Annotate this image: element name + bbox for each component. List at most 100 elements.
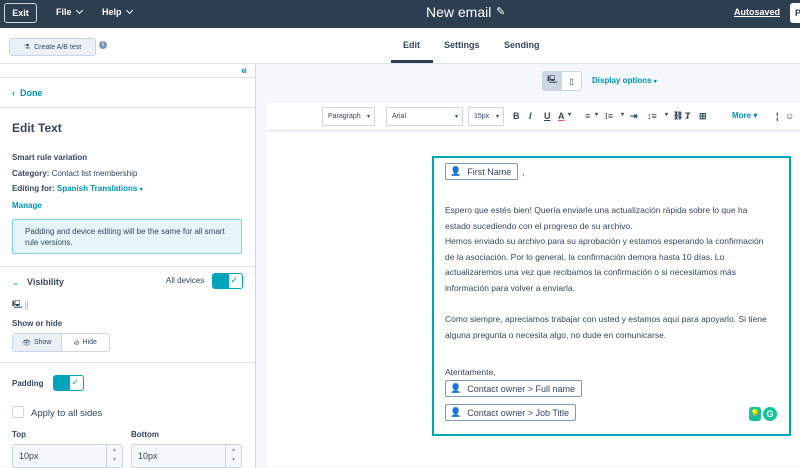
font-size-select[interactable]: 15px ▾ xyxy=(468,107,504,126)
text-color-icon[interactable]: A xyxy=(558,111,565,121)
divider xyxy=(0,77,256,78)
category-row: Category: Contact list membership xyxy=(12,169,137,178)
desktop-icon[interactable]: 🖳 xyxy=(543,72,562,90)
help-menu[interactable]: Help xyxy=(102,6,133,17)
create-ab-test-button[interactable]: ⚗ Create A/B test xyxy=(9,38,96,56)
caret-down-icon: ▾ xyxy=(454,114,458,120)
link-icon[interactable]: ⛓ xyxy=(673,111,683,120)
italic-icon[interactable]: I xyxy=(529,111,532,121)
token-owner-name-label: Contact owner > Full name xyxy=(467,383,576,394)
pencil-icon[interactable]: ✎ xyxy=(496,5,505,18)
device-preview-toggle: 🖳 ▯ xyxy=(542,71,582,91)
tab-sending[interactable]: Sending xyxy=(504,40,540,50)
preview-area: 🖳 ▯ Display options ▾ Paragraph ▾ Arial ▾ … xyxy=(257,64,800,467)
mobile-icon: ▯ xyxy=(22,300,31,309)
emoji-icon[interactable]: ☺ xyxy=(785,111,794,121)
personalize-icon[interactable]: ⊞ xyxy=(699,111,707,122)
editor-subbar: ⚗ Create A/B test i Edit Settings Sendin… xyxy=(0,28,800,64)
align-icon[interactable]: ≡ xyxy=(585,111,590,121)
email-title[interactable]: New email xyxy=(426,4,491,20)
personalization-token[interactable]: 👤 First Name xyxy=(445,163,519,180)
bold-icon[interactable]: B xyxy=(513,111,520,121)
top-label: Top xyxy=(12,430,27,439)
file-menu[interactable]: File xyxy=(56,6,83,17)
tab-edit[interactable]: Edit xyxy=(403,40,420,50)
email-canvas: 👤 First Name , Espero que estés bien! Qu… xyxy=(267,132,800,467)
caret-down-icon: ▾ xyxy=(595,112,599,118)
file-menu-label: File xyxy=(56,7,72,17)
exit-button[interactable]: Exit xyxy=(4,3,37,23)
caret-down-icon: ▾ xyxy=(139,187,143,193)
autosaved-status[interactable]: Autosaved xyxy=(734,7,780,17)
all-devices-toggle[interactable]: ✓ xyxy=(212,273,243,289)
lightbulb-icon[interactable]: 💡 xyxy=(749,407,761,421)
visibility-toggle-row[interactable]: ⌄ Visibility xyxy=(12,277,64,288)
visibility-label: Visibility xyxy=(27,277,64,287)
chevron-left-icon: ‹ xyxy=(12,88,20,98)
hide-option[interactable]: ⊘ Hide xyxy=(62,334,110,351)
manage-link[interactable]: Manage xyxy=(12,201,42,210)
line-height-icon[interactable]: ↕≡ xyxy=(647,111,657,121)
user-icon: 👤 xyxy=(450,166,462,176)
done-label: Done xyxy=(20,88,43,98)
flask-icon: ⚗ xyxy=(23,44,31,51)
stepper-icon[interactable]: ▲ ▼ xyxy=(106,445,122,467)
caret-down-icon: ▾ xyxy=(568,112,572,118)
show-label: Show xyxy=(33,339,52,346)
mobile-icon[interactable]: ▯ xyxy=(562,72,581,90)
rich-text-module[interactable]: 👤 First Name , Espero que estés bien! Qu… xyxy=(432,156,791,436)
caret-down-icon: ▾ xyxy=(665,112,669,118)
indent-icon[interactable]: ⇥ xyxy=(630,111,638,122)
panel-heading: Edit Text xyxy=(12,121,62,135)
signoff-text: Atentamente, xyxy=(445,367,496,377)
paragraph-3: Como siempre, apreciamos trabajar con us… xyxy=(445,314,767,340)
font-size-value: 15px xyxy=(474,113,490,120)
collapse-sidebar-icon[interactable]: « xyxy=(241,65,247,77)
divider xyxy=(0,266,256,267)
eye-slash-icon: ⊘ xyxy=(73,339,80,347)
token-first-name-label: First Name xyxy=(467,166,512,177)
active-tab-indicator xyxy=(391,60,433,63)
paragraph-1: Espero que estés bien! Quería enviarle u… xyxy=(445,205,748,231)
tab-settings[interactable]: Settings xyxy=(444,40,480,50)
padding-top-input[interactable]: 10px ▲ ▼ xyxy=(12,444,123,468)
editing-for-label: Editing for: xyxy=(12,184,55,193)
sidebar: « ‹ Done Edit Text Smart rule variation … xyxy=(0,64,256,468)
apply-all-sides-checkbox[interactable] xyxy=(12,406,24,418)
create-ab-test-label: Create A/B test xyxy=(34,43,82,51)
display-options-dropdown[interactable]: Display options ▾ xyxy=(592,76,657,85)
more-menu[interactable]: More ▾ xyxy=(732,111,757,120)
apply-all-sides-label: Apply to all sides xyxy=(31,408,103,419)
editing-for-dropdown[interactable]: Spanish Translations xyxy=(57,184,137,193)
padding-toggle[interactable]: ✓ xyxy=(53,375,84,391)
grammarly-badge[interactable]: G xyxy=(763,407,777,421)
help-menu-label: Help xyxy=(102,7,122,17)
divider xyxy=(0,107,256,108)
publish-button[interactable]: P xyxy=(790,3,800,23)
user-icon: 👤 xyxy=(450,383,462,393)
category-value: Contact list membership xyxy=(51,169,138,178)
font-family-select[interactable]: Arial ▾ xyxy=(386,107,463,126)
font-family-value: Arial xyxy=(392,113,407,120)
caret-down-icon: ▾ xyxy=(366,114,370,120)
paragraph-style-select[interactable]: Paragraph ▾ xyxy=(322,107,375,126)
paragraph-2: Hemos enviado su archivo para su aprobac… xyxy=(445,236,764,293)
personalization-token[interactable]: 👤 Contact owner > Full name xyxy=(445,380,583,397)
padding-bottom-input[interactable]: 10px ▲ ▼ xyxy=(131,444,242,468)
done-link[interactable]: ‹ Done xyxy=(12,88,43,98)
stepper-icon[interactable]: ▲ ▼ xyxy=(225,445,241,467)
chevron-down-icon xyxy=(125,6,133,15)
caret-down-icon: ▾ xyxy=(495,114,499,120)
editing-for-row: Editing for: Spanish Translations ▾ xyxy=(12,184,143,193)
smart-rule-label: Smart rule variation xyxy=(12,153,88,162)
show-or-hide-label: Show or hide xyxy=(12,319,63,328)
info-icon[interactable]: i xyxy=(99,41,107,49)
clear-format-icon[interactable]: Ⱦ xyxy=(685,111,691,121)
desktop-icon: 🖳 xyxy=(12,300,23,309)
list-icon[interactable]: ⁝≡ xyxy=(605,111,613,122)
personalization-token[interactable]: 👤 Contact owner > Job Title xyxy=(445,404,577,421)
underline-icon[interactable]: U xyxy=(544,111,551,121)
show-option[interactable]: 👁 Show xyxy=(13,334,62,351)
smart-rule-notice: Padding and device editing will be the s… xyxy=(12,219,242,254)
padding-bottom-value: 10px xyxy=(138,451,158,461)
